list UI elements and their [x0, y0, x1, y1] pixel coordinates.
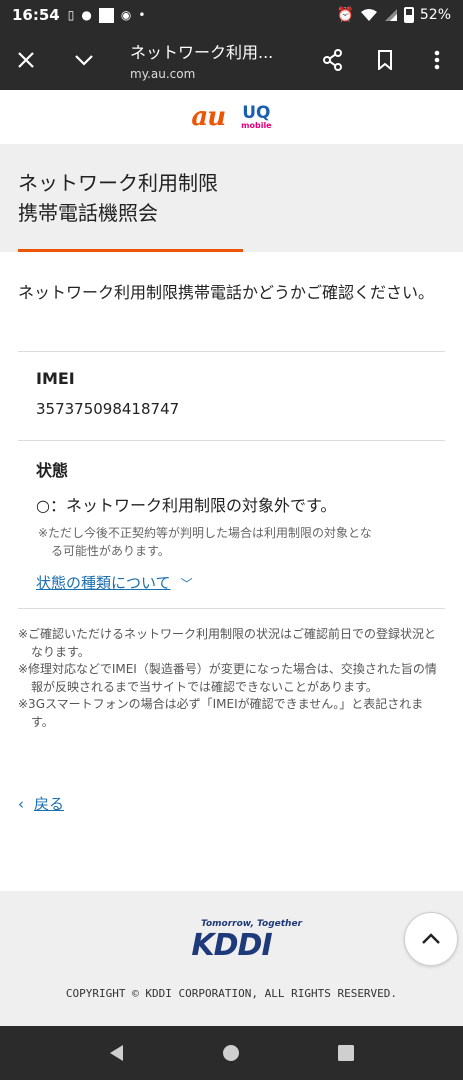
status-time: 16:54 [12, 6, 60, 24]
bookmark-button[interactable] [359, 30, 411, 90]
kddi-logo[interactable]: Tomorrow, Together KDDI [0, 919, 463, 961]
browser-toolbar: ネットワーク利用... my.au.com [0, 30, 463, 90]
state-value: ○：ネットワーク利用制限の対象外です。 [36, 496, 337, 515]
close-icon [18, 52, 34, 68]
brand-logo-bar: au UQ mobile [0, 90, 463, 144]
page-title-line2: 携帯電話機照会 [18, 201, 158, 225]
state-types-link-label: 状態の種類について [36, 574, 171, 592]
result-content: ネットワーク利用制限携帯電話かどうかご確認ください。 IMEI 35737509… [18, 252, 445, 609]
back-link-label: 戻る [34, 795, 65, 813]
page-title-area: ネットワーク利用制限 携帯電話機照会 [0, 144, 463, 252]
status-bar: 16:54 ▯ ● ◉ • ⏰ 52% [0, 0, 463, 30]
divider [18, 608, 445, 609]
sim-icon: ▯ [67, 8, 75, 22]
more-button[interactable] [411, 30, 463, 90]
alarm-icon: ⏰ [336, 7, 354, 23]
url-area[interactable]: ネットワーク利用... my.au.com [110, 39, 307, 81]
state-note-line2: る可能性があります。 [51, 544, 170, 558]
page-url: my.au.com [130, 67, 196, 81]
back-link[interactable]: ‹ 戻る [18, 793, 64, 814]
state-note: ※ただし今後不正契約等が判明した場合は利用制限の対象とな る可能性があります。 [36, 524, 445, 560]
intro-text: ネットワーク利用制限携帯電話かどうかご確認ください。 [18, 283, 435, 302]
more-icon [434, 50, 440, 70]
system-nav-bar [0, 1026, 463, 1080]
state-section: 状態 ○：ネットワーク利用制限の対象外です。 ※ただし今後不正契約等が判明した場… [18, 441, 445, 608]
signal-icon [384, 9, 397, 21]
dot-icon: • [138, 8, 146, 22]
uq-logo-text: UQ [242, 102, 271, 123]
imei-section: IMEI 357375098418747 [18, 352, 445, 440]
footer: Tomorrow, Together KDDI COPYRIGHT © KDDI… [0, 891, 463, 1026]
note-item: ※ご確認いただけるネットワーク利用制限の状況はご確認前日での登録状況となります。 [18, 627, 437, 659]
state-types-link[interactable]: 状態の種類について ﹀ [36, 572, 193, 593]
notes-section: ※ご確認いただけるネットワーク利用制限の状況はご確認前日での登録状況となります。… [18, 626, 445, 731]
copyright-text: COPYRIGHT © KDDI CORPORATION, ALL RIGHTS… [65, 987, 398, 1000]
chevron-up-icon [422, 933, 440, 944]
uq-logo-subtext: mobile [241, 120, 272, 130]
state-label: 状態 [36, 461, 69, 480]
note-item: ※修理対応などでIMEI（製造番号）が変更になった場合は、交換された旨の情報が反… [18, 662, 437, 694]
home-circle-icon[interactable] [222, 1044, 240, 1062]
back-triangle-icon[interactable] [108, 1044, 126, 1062]
uq-mobile-logo[interactable]: UQ mobile [241, 102, 272, 130]
chevron-down-icon: ﹀ [180, 577, 193, 591]
chevron-left-icon: ‹ [18, 795, 24, 813]
note-item: ※3Gスマートフォンの場合は必ず「IMEIが確認できません。」と表記されます。 [18, 697, 424, 729]
kddi-wordmark: KDDI [191, 928, 272, 963]
wifi-icon [360, 9, 377, 21]
page-title-line1: ネットワーク利用制限 [18, 171, 218, 195]
imei-value: 357375098418747 [36, 400, 180, 418]
scroll-to-top-button[interactable] [404, 912, 458, 966]
chevron-down-icon [75, 55, 93, 66]
minimize-button[interactable] [58, 30, 110, 90]
close-tab-button[interactable] [0, 30, 52, 90]
bookmark-icon [378, 50, 392, 70]
battery-percent: 52% [419, 7, 451, 23]
page-title: ネットワーク利用制限 携帯電話機照会 [18, 168, 445, 228]
share-icon [323, 49, 342, 71]
image-icon [98, 7, 114, 23]
page-tab-title: ネットワーク利用... [130, 43, 274, 62]
chrome-icon: ◉ [120, 8, 132, 22]
recents-square-icon[interactable] [337, 1044, 355, 1062]
battery-icon [403, 7, 414, 23]
state-note-line1: ※ただし今後不正契約等が判明した場合は利用制限の対象とな [38, 526, 372, 540]
share-button[interactable] [307, 30, 359, 90]
au-logo[interactable]: au [191, 102, 226, 132]
line-icon: ● [81, 8, 92, 22]
imei-label: IMEI [36, 369, 75, 388]
